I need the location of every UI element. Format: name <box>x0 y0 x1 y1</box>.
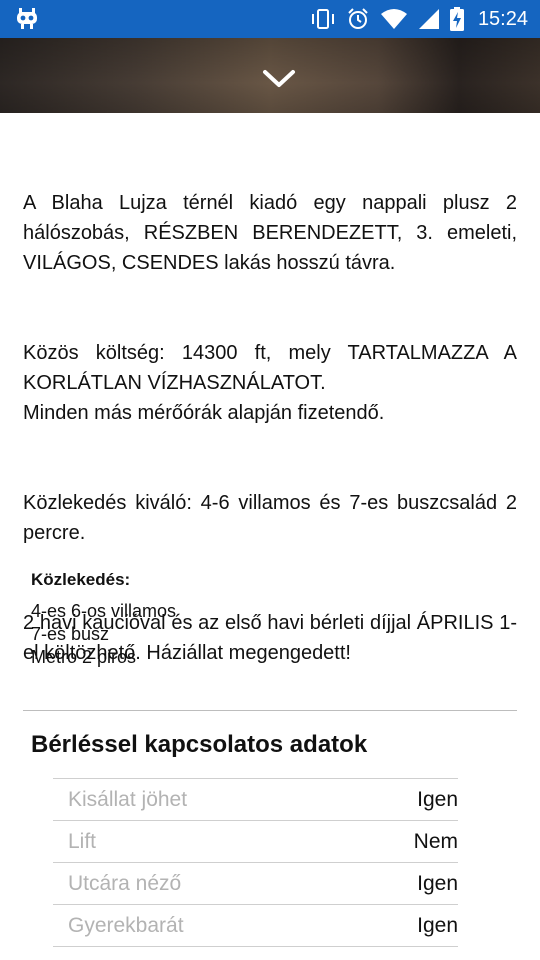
description-paragraph: Közlekedés kiváló: 4-6 villamos és 7-es … <box>23 492 517 544</box>
vibrate-icon <box>311 9 334 29</box>
row-value: Nem <box>413 829 458 853</box>
signal-icon <box>418 9 439 29</box>
wifi-icon <box>380 9 407 29</box>
table-row: Kisállat jöhet Igen <box>53 778 458 820</box>
transport-item: 4-es 6-os villamos <box>31 601 177 621</box>
status-time: 15:24 <box>477 7 528 30</box>
battery-charging-icon <box>449 7 464 31</box>
row-value: Igen <box>417 787 458 811</box>
transport-list: 4-es 6-os villamos 7-es busz Metro 2 pir… <box>31 600 176 669</box>
row-label: Gyerekbarát <box>68 913 184 937</box>
row-value: Igen <box>417 913 458 937</box>
transport-item: 7-es busz <box>31 624 110 644</box>
alarm-icon <box>348 8 368 29</box>
rental-details-title: Bérléssel kapcsolatos adatok <box>31 731 368 758</box>
status-bar: 15:24 <box>0 0 540 38</box>
description-paragraph: Közös költség: 14300 ft, mely TARTALMAZZ… <box>23 342 517 424</box>
app-notification-icon <box>17 8 37 29</box>
chevron-down-icon[interactable] <box>262 68 296 90</box>
row-value: Igen <box>417 871 458 895</box>
row-label: Kisállat jöhet <box>68 787 188 811</box>
rental-details-table: Kisállat jöhet Igen Lift Nem Utcára néző… <box>53 778 458 947</box>
transport-title: Közlekedés: <box>31 570 131 589</box>
row-label: Utcára néző <box>68 871 182 895</box>
table-row: Lift Nem <box>53 820 458 862</box>
section-divider <box>23 710 517 711</box>
transport-item: Metro 2 piros <box>31 647 137 667</box>
table-row: Utcára néző Igen <box>53 862 458 904</box>
header-image[interactable] <box>0 38 540 113</box>
table-row: Gyerekbarát Igen <box>53 904 458 947</box>
description-paragraph: A Blaha Lujza térnél kiadó egy nappali p… <box>23 192 517 274</box>
row-label: Lift <box>68 829 97 853</box>
